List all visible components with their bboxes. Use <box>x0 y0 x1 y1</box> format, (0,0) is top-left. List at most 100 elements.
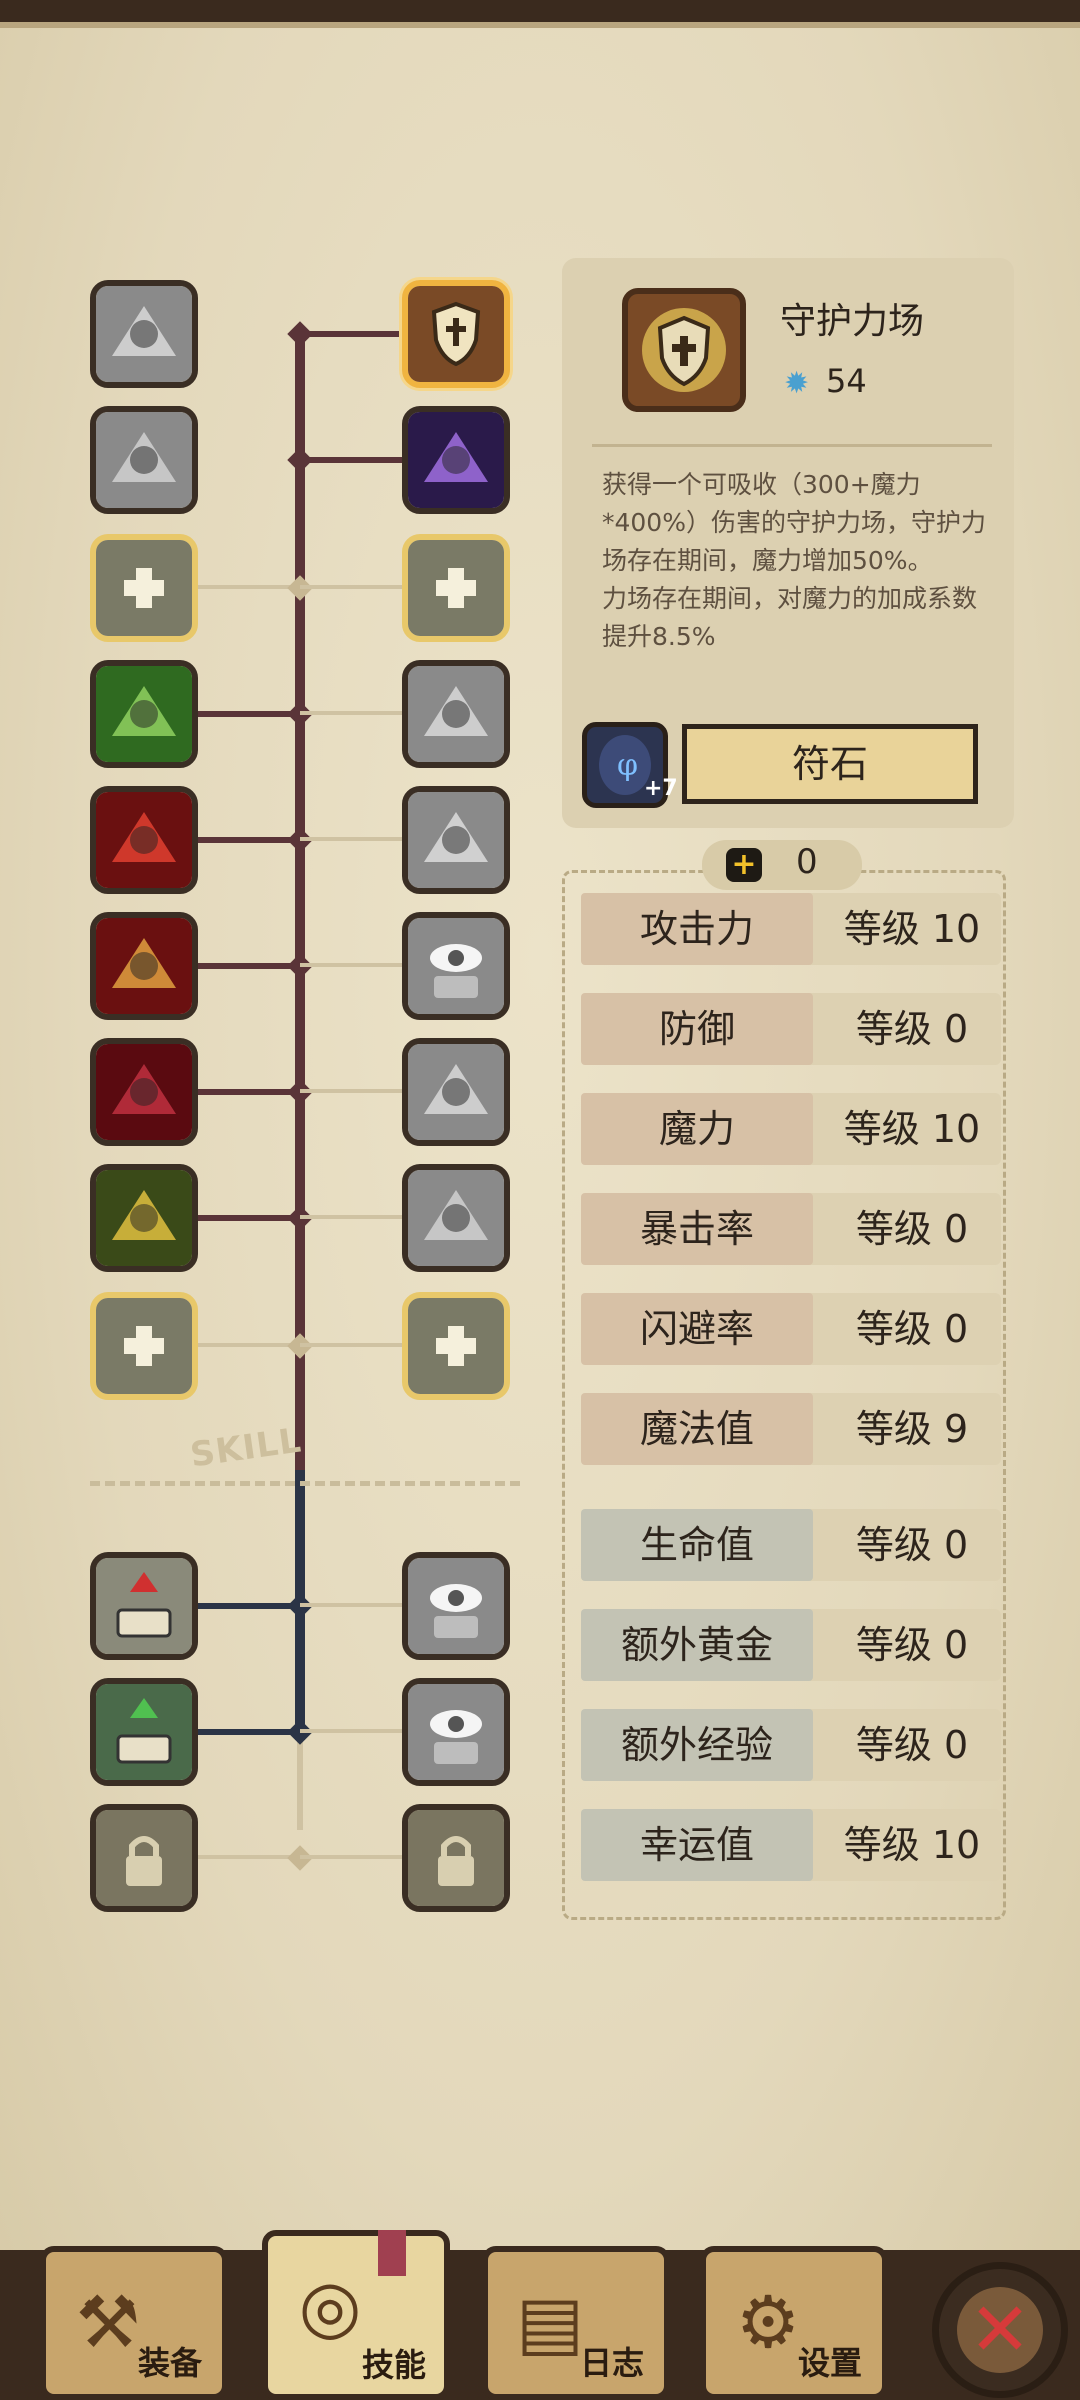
skill-slot-left-4[interactable] <box>90 660 198 768</box>
skill-slot-left-1[interactable] <box>90 280 198 388</box>
mana-gear-icon: ✹ <box>784 366 810 401</box>
stats-panel: 攻击力 等级 10 防御 等级 0 魔力 等级 10 暴击率 等级 0 闪避率 等级 0 魔法值 等级… <box>562 870 1006 1920</box>
skill-slot-right-2[interactable] <box>402 406 510 514</box>
skill-slot-left-9[interactable] <box>90 1292 198 1400</box>
skill-name: 守护力场 <box>780 301 925 342</box>
lightning-slash-icon <box>96 286 192 382</box>
skill-slot-right-1[interactable] <box>402 280 510 388</box>
skill-slot-right-6[interactable] <box>402 912 510 1020</box>
stat-label: 生命值 <box>581 1509 813 1581</box>
guardian-shield-icon <box>408 286 504 382</box>
tree-branch <box>300 331 402 337</box>
tree-branch <box>300 1215 402 1219</box>
skill-slot-left-11[interactable] <box>90 1678 198 1786</box>
tab-label: 日志 <box>580 2344 645 2382</box>
skill-slot-left-7[interactable] <box>90 1038 198 1146</box>
stat-row[interactable]: 额外黄金 等级 0 <box>581 1609 1001 1681</box>
tree-branch <box>198 711 300 717</box>
skill-slot-left-6[interactable] <box>90 912 198 1020</box>
stat-level: 等级 0 <box>855 1207 969 1251</box>
golden-dagger-icon <box>96 918 192 1014</box>
stat-level: 等级 10 <box>843 1823 981 1867</box>
tree-branch <box>198 1855 300 1859</box>
svg-text:φ: φ <box>617 748 638 783</box>
add-skill-icon <box>408 540 504 636</box>
tree-branch <box>300 457 402 463</box>
skill-description-bonus: 力场存在期间，对魔力的加成系数提升8.5% <box>602 584 978 651</box>
stat-row[interactable]: 暴击率 等级 0 <box>581 1193 1001 1265</box>
tree-branch <box>300 1855 402 1859</box>
skill-slot-left-10[interactable] <box>90 1552 198 1660</box>
dash-strike-icon <box>96 412 192 508</box>
skill-slot-right-10[interactable] <box>402 1552 510 1660</box>
stat-row[interactable]: 魔力 等级 10 <box>581 1093 1001 1165</box>
tree-branch <box>198 963 300 969</box>
stat-row[interactable]: 幸运值 等级 10 <box>581 1809 1001 1881</box>
skill-slot-right-4[interactable] <box>402 660 510 768</box>
lock-icon <box>96 1810 192 1906</box>
rune-button[interactable]: 符石 <box>682 724 978 804</box>
add-skill-icon <box>408 1298 504 1394</box>
tree-branch <box>300 711 402 715</box>
skill-slot-right-7[interactable] <box>402 1038 510 1146</box>
tree-branch <box>300 1343 402 1347</box>
tab-settings[interactable]: ⚙ 设置 <box>700 2246 888 2400</box>
tree-branch <box>300 585 402 589</box>
skill-slot-right-8[interactable] <box>402 1164 510 1272</box>
close-button[interactable]: ✕ <box>932 2262 1068 2398</box>
tab-skills[interactable]: ◎ 技能 <box>262 2230 450 2400</box>
stat-row[interactable]: 额外经验 等级 0 <box>581 1709 1001 1781</box>
skill-slot-left-2[interactable] <box>90 406 198 514</box>
stat-row[interactable]: 防御 等级 0 <box>581 993 1001 1065</box>
stat-label: 幸运值 <box>581 1809 813 1881</box>
plus-point-icon: + <box>726 848 762 882</box>
stat-label: 额外黄金 <box>581 1609 813 1681</box>
tree-branch <box>198 585 300 589</box>
skill-slot-right-12[interactable] <box>402 1804 510 1912</box>
skill-slot-left-5[interactable] <box>90 786 198 894</box>
tree-branch <box>300 1603 402 1607</box>
skill-slot-left-8[interactable] <box>90 1164 198 1272</box>
stat-level: 等级 0 <box>855 1007 969 1051</box>
lock-icon <box>408 1810 504 1906</box>
stat-row[interactable]: 生命值 等级 0 <box>581 1509 1001 1581</box>
skill-section-divider <box>90 1481 520 1486</box>
tree-branch <box>300 963 402 967</box>
skill-slot-right-5[interactable] <box>402 786 510 894</box>
muscle-arm-icon <box>96 666 192 762</box>
tree-trunk <box>295 336 305 1470</box>
stat-level: 等级 0 <box>855 1523 969 1567</box>
skill-slot-left-12[interactable] <box>90 1804 198 1912</box>
shadow-figure-icon <box>96 1044 192 1140</box>
tree-branch <box>198 1603 300 1609</box>
tab-equipment[interactable]: ⚒ 装备 <box>40 2246 228 2400</box>
selected-skill-icon <box>622 288 746 412</box>
tree-branch <box>300 837 402 841</box>
stat-level: 等级 10 <box>843 907 981 951</box>
stat-row[interactable]: 魔法值 等级 9 <box>581 1393 1001 1465</box>
skill-slot-right-9[interactable] <box>402 1292 510 1400</box>
skill-slot-left-3[interactable] <box>90 534 198 642</box>
skill-points-value: 0 <box>796 842 818 882</box>
scroll-blast-icon <box>408 666 504 762</box>
tree-branch <box>198 1343 300 1347</box>
eye-chest-icon <box>408 1558 504 1654</box>
orb-explosion-icon <box>408 1170 504 1266</box>
tree-branch <box>198 837 300 843</box>
top-frame <box>0 0 1080 28</box>
skill-target-icon: ◎ <box>298 2264 362 2348</box>
tree-branch <box>300 1729 402 1733</box>
tree-branch <box>198 1215 300 1221</box>
rune-level: +7 <box>644 776 678 801</box>
stat-row[interactable]: 闪避率 等级 0 <box>581 1293 1001 1365</box>
skill-slot-right-3[interactable] <box>402 534 510 642</box>
detail-separator <box>592 444 992 447</box>
stat-row[interactable]: 攻击力 等级 10 <box>581 893 1001 965</box>
skill-slot-right-11[interactable] <box>402 1678 510 1786</box>
close-icon: ✕ <box>957 2287 1043 2373</box>
eye-chest-icon <box>408 1684 504 1780</box>
tab-journal[interactable]: ▤ 日志 <box>482 2246 670 2400</box>
stat-label: 魔力 <box>581 1093 813 1165</box>
stat-level: 等级 10 <box>843 1107 981 1151</box>
stat-label: 魔法值 <box>581 1393 813 1465</box>
